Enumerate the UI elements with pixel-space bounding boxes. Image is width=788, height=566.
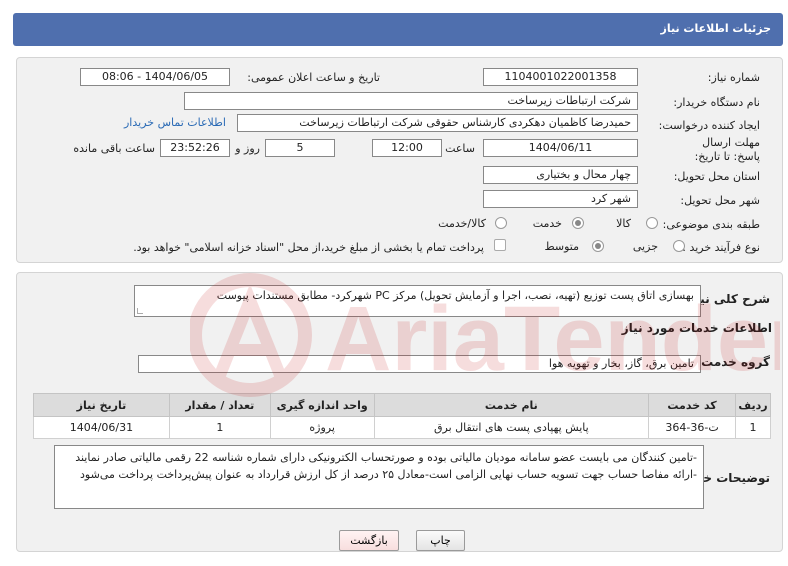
services-section-title: اطلاعات خدمات مورد نیاز: [621, 321, 772, 335]
days-label: روز و: [235, 142, 260, 155]
table-header-row: ردیف کد خدمت نام خدمت واحد اندازه گیری ت…: [33, 393, 771, 417]
category-label: طبقه بندی موضوعی:: [662, 218, 760, 231]
page-title: جزئیات اطلاعات نیاز: [660, 22, 772, 35]
process-option-medium: متوسط: [544, 240, 579, 253]
need-number-field: 1104001022001358: [483, 68, 638, 86]
treasury-note: پرداخت تمام یا بخشی از مبلغ خرید،از محل …: [133, 241, 484, 254]
buyer-org-label: نام دستگاه خریدار:: [673, 96, 760, 109]
requester-field: حمیدرضا کاظمیان دهکردی کارشناس حقوقی شرک…: [237, 114, 638, 132]
summary-textarea: بهسازی اتاق پست توزیع (تهیه، نصب، اجرا و…: [134, 285, 701, 317]
deadline-time-field: 12:00: [372, 139, 442, 157]
buyer-contact-link[interactable]: اطلاعات تماس خریدار: [124, 116, 226, 129]
requester-label: ایجاد کننده درخواست:: [658, 119, 760, 132]
service-group-field: تامین برق، گاز، بخار و تهویه هوا: [138, 355, 701, 373]
cell-unit: پروژه: [269, 416, 375, 439]
column-header-quantity: تعداد / مقدار: [168, 393, 271, 417]
category-radio-service[interactable]: [572, 217, 584, 229]
process-radio-medium[interactable]: [592, 240, 604, 252]
cell-row-number: 1: [735, 416, 771, 439]
back-button[interactable]: بازگشت: [339, 530, 399, 551]
deadline-date-field: 1404/06/11: [483, 139, 638, 157]
category-radio-goods[interactable]: [646, 217, 658, 229]
category-option-goods: کالا: [616, 217, 631, 230]
resize-handle-icon[interactable]: [137, 308, 143, 314]
need-number-label: شماره نیاز:: [707, 71, 760, 84]
cell-need-date: 1404/06/31: [33, 416, 170, 439]
table-row: 1 ت-36-364 پایش پهپادی پست های انتقال بر…: [33, 416, 771, 439]
announce-datetime-label: تاریخ و ساعت اعلان عمومی:: [247, 71, 380, 84]
page-header: جزئیات اطلاعات نیاز: [13, 13, 783, 46]
deadline-label: مهلت ارسال پاسخ: تا تاریخ:: [694, 136, 760, 163]
need-info-panel: [16, 57, 783, 263]
services-table: ردیف کد خدمت نام خدمت واحد اندازه گیری ت…: [33, 393, 771, 439]
days-remaining-field: 5: [265, 139, 335, 157]
deadline-time-label: ساعت: [445, 142, 475, 155]
announce-datetime-field: 1404/06/05 - 08:06: [80, 68, 230, 86]
buyer-notes-textarea: -تامین کنندگان می بایست عضو سامانه مودیا…: [54, 445, 704, 509]
print-button[interactable]: چاپ: [416, 530, 465, 551]
remaining-time-field: 23:52:26: [160, 139, 230, 157]
column-header-need-date: تاریخ نیاز: [33, 393, 170, 417]
cell-service-name: پایش پهپادی پست های انتقال برق: [373, 416, 650, 439]
cell-service-code: ت-36-364: [648, 416, 737, 439]
column-header-service-code: کد خدمت: [648, 393, 737, 417]
category-radio-goods-service[interactable]: [495, 217, 507, 229]
category-option-goods-service: کالا/خدمت: [438, 217, 486, 230]
buyer-org-field: شرکت ارتباطات زیرساخت: [184, 92, 638, 110]
cell-quantity: 1: [168, 416, 271, 439]
column-header-unit: واحد اندازه گیری: [269, 393, 375, 417]
city-label: شهر محل تحویل:: [680, 194, 760, 207]
service-group-label: گروه خدمت:: [696, 355, 770, 369]
buyer-notes-text: -تامین کنندگان می بایست عضو سامانه مودیا…: [75, 451, 697, 481]
column-header-row-number: ردیف: [735, 393, 771, 417]
process-type-label: نوع فرآیند خرید :: [682, 241, 760, 254]
treasury-checkbox[interactable]: [494, 239, 506, 251]
province-label: استان محل تحویل:: [673, 170, 760, 183]
column-header-service-name: نام خدمت: [373, 393, 650, 417]
process-option-minor: جزیی: [632, 240, 658, 253]
city-field: شهر کرد: [483, 190, 638, 208]
category-option-service: خدمت: [532, 217, 562, 230]
summary-text: بهسازی اتاق پست توزیع (تهیه، نصب، اجرا و…: [216, 289, 694, 302]
remaining-time-label: ساعت باقی مانده: [73, 142, 155, 155]
province-field: چهار محال و بختیاری: [483, 166, 638, 184]
process-radio-minor[interactable]: [673, 240, 685, 252]
